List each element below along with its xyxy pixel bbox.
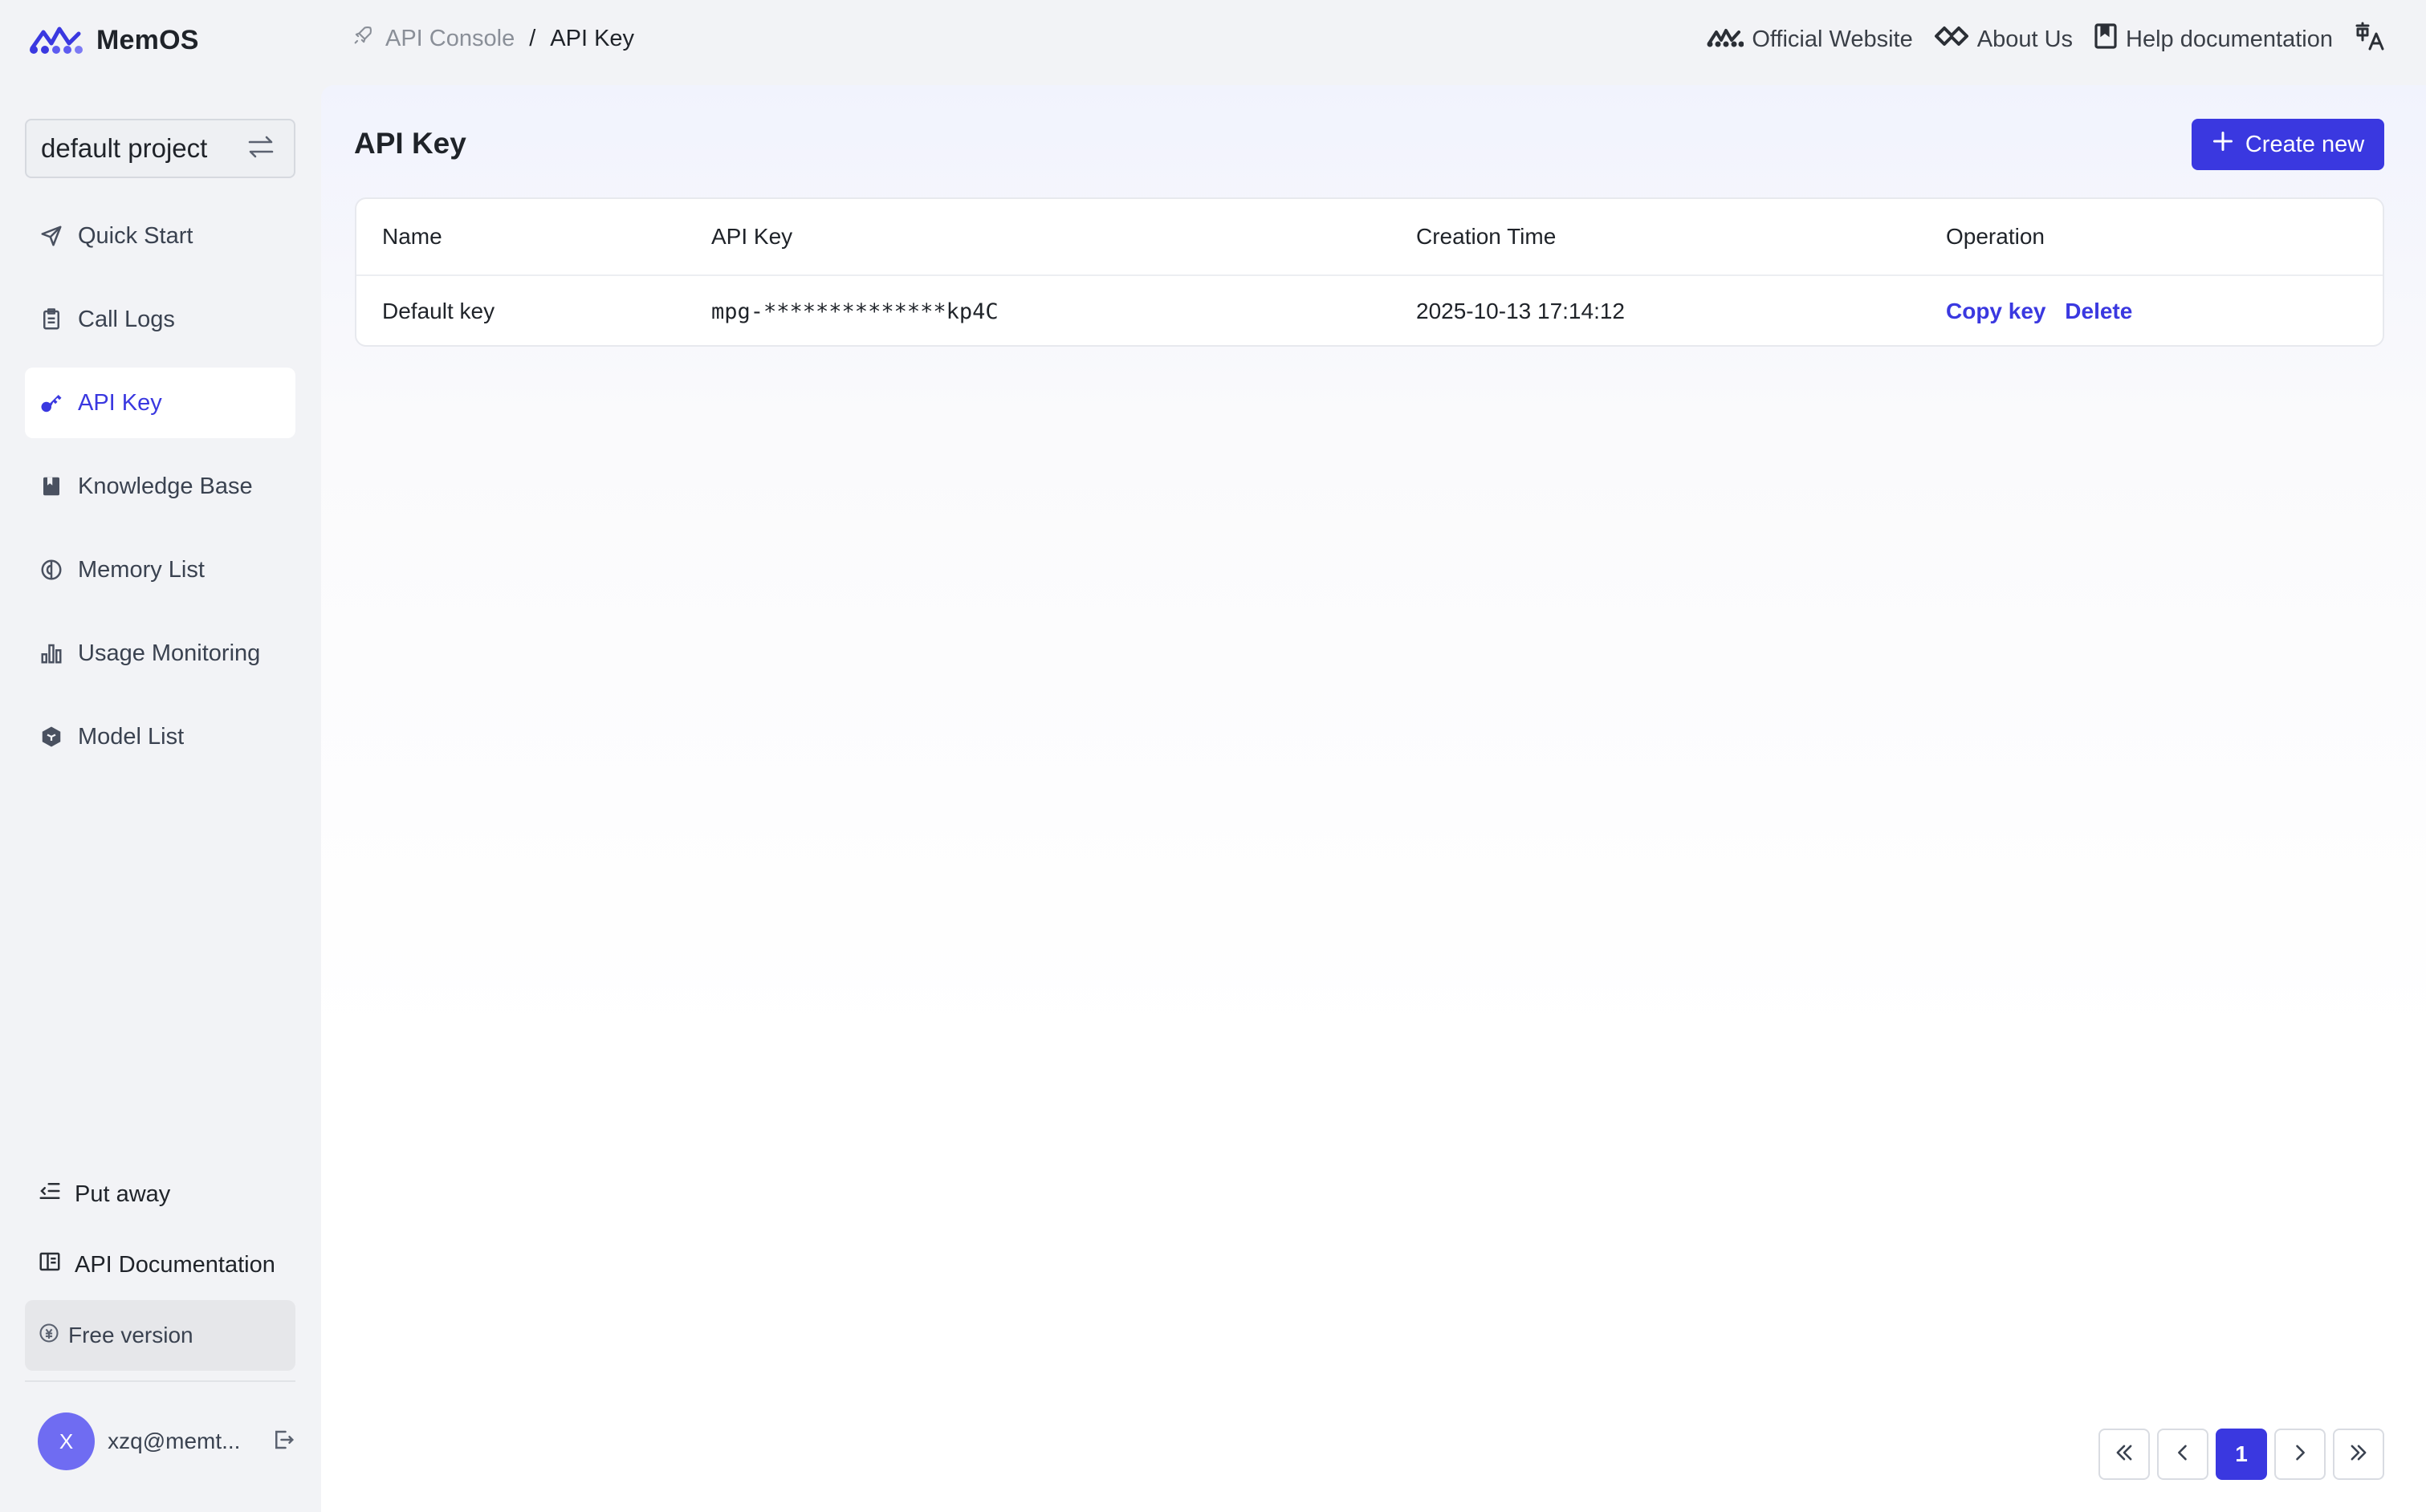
- top-links: Official Website About Us Help documenta…: [1707, 21, 2386, 58]
- table-row: Default key mpg-**************kp4C 2025-…: [356, 276, 2383, 345]
- create-new-label: Create new: [2245, 131, 2365, 157]
- table-header: Name API Key Creation Time Operation: [356, 199, 2383, 276]
- main-panel: API Key Create new Name API Key Creation…: [321, 85, 2426, 1512]
- brand[interactable]: MemOS: [29, 21, 199, 60]
- create-new-button[interactable]: Create new: [2192, 119, 2384, 170]
- sidebar-item-knowledge-base[interactable]: Knowledge Base: [25, 451, 295, 522]
- put-away-label: Put away: [75, 1181, 171, 1207]
- coin-icon: [38, 1322, 60, 1350]
- breadcrumb: API Console / API Key: [352, 24, 634, 53]
- sidebar-item-api-key[interactable]: API Key: [25, 368, 295, 438]
- api-documentation-link[interactable]: API Documentation: [25, 1230, 295, 1300]
- translate-icon: [2354, 21, 2386, 58]
- sidebar-item-model-list[interactable]: Model List: [25, 701, 295, 772]
- help-documentation-link[interactable]: Help documentation: [2094, 22, 2333, 56]
- user-email: xzq@memt...: [108, 1429, 241, 1453]
- column-header-name: Name: [382, 224, 442, 249]
- first-page-button[interactable]: [2098, 1429, 2150, 1480]
- user-profile: X xzq@memt...: [38, 1411, 295, 1472]
- about-us-label: About Us: [1976, 26, 2074, 52]
- column-header-creation-time: Creation Time: [1416, 224, 1557, 249]
- official-website-label: Official Website: [1752, 26, 1913, 52]
- put-away-button[interactable]: Put away: [25, 1159, 295, 1230]
- breadcrumb-api-console[interactable]: API Console: [352, 24, 515, 53]
- sidebar-item-label: Model List: [78, 723, 185, 750]
- breadcrumb-separator: /: [529, 25, 536, 51]
- creation-time-cell: 2025-10-13 17:14:12: [1416, 299, 1625, 323]
- breadcrumb-parent-label: API Console: [385, 25, 515, 51]
- api-documentation-label: API Documentation: [75, 1251, 275, 1278]
- sidebar-item-call-logs[interactable]: Call Logs: [25, 284, 295, 355]
- sidebar-item-label: Knowledge Base: [78, 473, 253, 499]
- page-number-button[interactable]: 1: [2216, 1429, 2267, 1480]
- sidebar-item-label: Memory List: [78, 556, 205, 583]
- key-name-cell: Default key: [382, 299, 495, 323]
- previous-page-button[interactable]: [2157, 1429, 2208, 1480]
- chevron-left-icon: [2172, 1441, 2194, 1468]
- copy-key-button[interactable]: Copy key: [1946, 299, 2046, 323]
- pagination: 1: [2098, 1429, 2384, 1480]
- clipboard-icon: [38, 306, 65, 333]
- memos-mark-icon: [1707, 24, 1744, 55]
- api-key-table: Name API Key Creation Time Operation Def…: [355, 197, 2384, 347]
- handshake-icon: [1934, 24, 1969, 55]
- delete-button[interactable]: Delete: [2065, 299, 2132, 323]
- help-documentation-label: Help documentation: [2126, 26, 2333, 52]
- sidebar-item-label: API Key: [78, 389, 162, 416]
- book-icon: [38, 473, 65, 500]
- logout-button[interactable]: [271, 1428, 295, 1456]
- brain-icon: [38, 556, 65, 583]
- official-website-link[interactable]: Official Website: [1707, 24, 1913, 55]
- column-header-api-key: API Key: [711, 224, 793, 249]
- sidebar-item-quick-start[interactable]: Quick Start: [25, 201, 295, 271]
- logout-icon: [271, 1428, 295, 1456]
- last-page-button[interactable]: [2333, 1429, 2384, 1480]
- memos-logo-icon: [29, 21, 85, 60]
- api-key-cell: mpg-**************kp4C: [711, 299, 999, 324]
- brand-name: MemOS: [96, 25, 199, 55]
- top-bar: MemOS API Console / API Key Official Web…: [0, 0, 2426, 80]
- bookmark-book-icon: [2094, 22, 2118, 56]
- rocket-icon: [352, 24, 374, 53]
- sidebar-item-label: Usage Monitoring: [78, 640, 261, 666]
- chevron-right-icon: [2289, 1441, 2311, 1468]
- plan-label: Free version: [68, 1323, 193, 1347]
- plan-badge[interactable]: Free version: [25, 1300, 295, 1371]
- sidebar-item-memory-list[interactable]: Memory List: [25, 534, 295, 605]
- double-chevron-right-icon: [2347, 1441, 2370, 1468]
- double-chevron-left-icon: [2113, 1441, 2135, 1468]
- language-switch-button[interactable]: [2354, 21, 2386, 58]
- operation-cell: Copy key Delete: [1946, 299, 2145, 324]
- sidebar-item-usage-monitoring[interactable]: Usage Monitoring: [25, 618, 295, 689]
- bar-chart-icon: [38, 640, 65, 667]
- plus-icon: [2212, 130, 2234, 159]
- about-us-link[interactable]: About Us: [1934, 24, 2073, 55]
- project-name: default project: [41, 133, 208, 163]
- sidebar-item-label: Quick Start: [78, 222, 193, 249]
- next-page-button[interactable]: [2274, 1429, 2326, 1480]
- project-selector[interactable]: default project: [25, 119, 295, 178]
- send-icon: [38, 222, 65, 250]
- breadcrumb-current: API Key: [550, 25, 635, 51]
- switch-arrows-icon: [247, 135, 275, 163]
- sidebar-item-label: Call Logs: [78, 306, 175, 332]
- sidebar-nav: Quick Start Call Logs API Key Knowledge …: [25, 201, 295, 785]
- cube-icon: [38, 723, 65, 750]
- avatar[interactable]: X: [38, 1412, 96, 1470]
- column-header-operation: Operation: [1946, 224, 2045, 249]
- sidebar-divider: [25, 1380, 295, 1382]
- key-icon: [38, 389, 65, 417]
- document-layout-icon: [38, 1250, 62, 1280]
- sidebar: default project Quick Start Call Logs AP…: [0, 80, 321, 1512]
- page-title: API Key: [354, 127, 466, 160]
- sidebar-bottom: Put away API Documentation Free version: [25, 1159, 295, 1371]
- collapse-menu-icon: [38, 1179, 62, 1209]
